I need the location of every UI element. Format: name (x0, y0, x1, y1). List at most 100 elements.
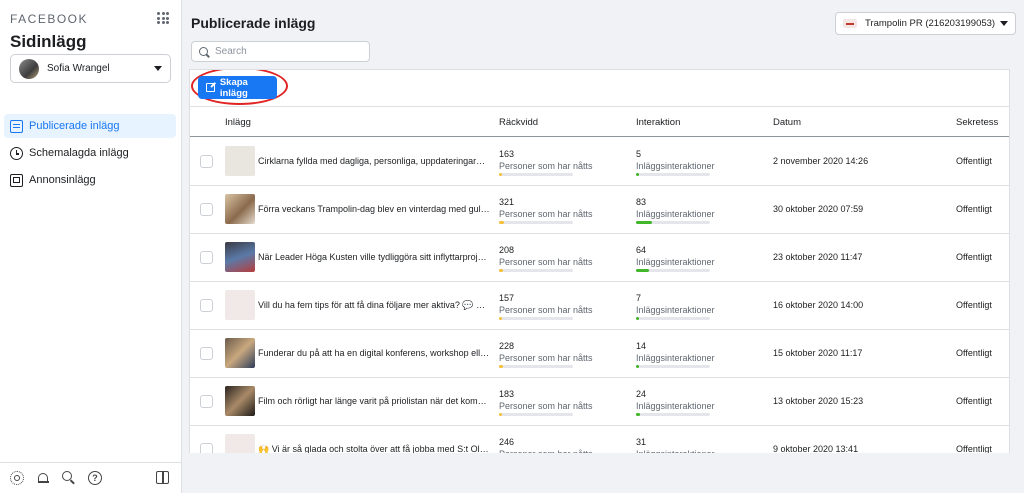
post-date: 16 oktober 2020 14:00 (773, 300, 864, 310)
table-row[interactable]: Förra veckans Trampolin-dag blev en vint… (190, 186, 1009, 234)
search-input[interactable] (215, 46, 355, 57)
row-checkbox[interactable] (200, 299, 213, 312)
column-header-date[interactable]: Datum (773, 117, 801, 128)
reach-cell: 183 Personer som har nåtts (499, 389, 593, 416)
interaction-value: 83 (636, 197, 647, 207)
post-thumbnail[interactable] (225, 290, 255, 320)
interaction-label: Inläggsinteraktioner (636, 305, 715, 315)
reach-cell: 208 Personer som har nåtts (499, 245, 593, 272)
post-thumbnail[interactable] (225, 242, 255, 272)
ad-icon (10, 173, 23, 187)
reach-bar (499, 221, 573, 224)
table-header: Inlägg Räckvidd Interaktion Datum Sekret… (190, 106, 1009, 137)
row-checkbox[interactable] (200, 347, 213, 360)
sidebar-item-ads[interactable]: Annonsinlägg (4, 168, 176, 192)
reach-value: 321 (499, 197, 515, 207)
apps-grid-icon[interactable] (157, 12, 169, 24)
table-row[interactable]: Funderar du på att ha en digital konfere… (190, 330, 1009, 378)
interaction-bar-fill (636, 221, 653, 224)
post-text[interactable]: Film och rörligt har länge varit på prio… (258, 396, 490, 406)
interaction-bar (636, 173, 710, 176)
row-checkbox[interactable] (200, 443, 213, 453)
create-post-button[interactable]: Skapa inlägg (198, 76, 277, 99)
page-title: Publicerade inlägg (191, 15, 316, 31)
sidebar-item-label: Publicerade inlägg (29, 120, 120, 132)
column-header-post[interactable]: Inlägg (225, 117, 251, 128)
interaction-bar-fill (636, 269, 649, 272)
row-checkbox[interactable] (200, 395, 213, 408)
search-field[interactable] (191, 41, 370, 62)
interaction-bar (636, 269, 710, 272)
interaction-label: Inläggsinteraktioner (636, 353, 715, 363)
reach-label: Personer som har nåtts (499, 209, 593, 219)
post-date: 13 oktober 2020 15:23 (773, 396, 864, 406)
sidebar-footer: ? (0, 462, 182, 493)
interaction-cell: 7 Inläggsinteraktioner (636, 293, 726, 320)
table-row[interactable]: Cirklarna fyllda med dagliga, personliga… (190, 138, 1009, 186)
reach-value: 228 (499, 341, 515, 351)
reach-bar-fill (499, 413, 502, 416)
avatar (19, 58, 39, 79)
settings-icon[interactable] (10, 471, 24, 485)
table-row[interactable]: Film och rörligt har länge varit på prio… (190, 378, 1009, 426)
privacy-status: Offentligt (956, 204, 992, 214)
table-row[interactable]: Vill du ha fem tips för att få dina följ… (190, 282, 1009, 330)
edit-icon (206, 83, 215, 92)
reach-bar (499, 413, 573, 416)
interaction-label: Inläggsinteraktioner (636, 161, 715, 171)
post-date: 9 oktober 2020 13:41 (773, 444, 859, 453)
sidebar-item-scheduled[interactable]: Schemalagda inlägg (4, 141, 176, 165)
panel-toggle-icon[interactable] (156, 471, 169, 484)
row-checkbox[interactable] (200, 203, 213, 216)
interaction-bar (636, 365, 710, 368)
account-selector[interactable]: Sofia Wrangel (10, 54, 171, 83)
interaction-value: 7 (636, 293, 642, 303)
privacy-status: Offentligt (956, 156, 992, 166)
reach-value: 183 (499, 389, 515, 399)
reach-cell: 228 Personer som har nåtts (499, 341, 593, 368)
reach-label: Personer som har nåtts (499, 161, 593, 171)
interaction-cell: 83 Inläggsinteraktioner (636, 197, 726, 224)
interaction-label: Inläggsinteraktioner (636, 449, 726, 453)
chevron-down-icon (1000, 21, 1008, 26)
page-selector-label: Trampolin PR (216203199053) (865, 18, 996, 29)
post-text[interactable]: Vill du ha fem tips för att få dina följ… (258, 300, 490, 311)
post-text[interactable]: Cirklarna fyllda med dagliga, personliga… (258, 156, 490, 166)
reach-cell: 321 Personer som har nåtts (499, 197, 593, 224)
row-checkbox[interactable] (200, 155, 213, 168)
post-thumbnail[interactable] (225, 194, 255, 224)
interaction-bar-fill (636, 365, 639, 368)
post-thumbnail[interactable] (225, 146, 255, 176)
interaction-cell: 5 Inläggsinteraktioner (636, 149, 726, 176)
interaction-label: Inläggsinteraktioner (636, 209, 715, 219)
post-thumbnail[interactable] (225, 386, 255, 416)
post-text[interactable]: 🙌 Vi är så glada och stolta över att få … (258, 444, 490, 453)
post-date: 15 oktober 2020 11:17 (773, 348, 863, 358)
sidebar-item-published[interactable]: Publicerade inlägg (4, 114, 176, 138)
bell-icon[interactable] (36, 471, 50, 485)
post-text[interactable]: Förra veckans Trampolin-dag blev en vint… (258, 204, 490, 214)
privacy-status: Offentligt (956, 444, 992, 453)
table-row[interactable]: När Leader Höga Kusten ville tydliggöra … (190, 234, 1009, 282)
reach-bar (499, 173, 573, 176)
search-icon[interactable] (62, 471, 76, 485)
page-selector[interactable]: Trampolin PR (216203199053) (835, 12, 1016, 35)
sidebar-item-label: Schemalagda inlägg (29, 147, 129, 159)
column-header-interaction[interactable]: Interaktion (636, 117, 680, 128)
post-text[interactable]: Funderar du på att ha en digital konfere… (258, 348, 490, 358)
interaction-bar (636, 221, 710, 224)
reach-label: Personer som har nåtts (499, 401, 593, 411)
chevron-down-icon (154, 66, 162, 71)
column-header-privacy[interactable]: Sekretess (956, 117, 998, 128)
search-icon (199, 47, 208, 56)
post-thumbnail[interactable] (225, 434, 255, 453)
post-text[interactable]: När Leader Höga Kusten ville tydliggöra … (258, 252, 490, 262)
interaction-value: 31 (636, 437, 647, 447)
row-checkbox[interactable] (200, 251, 213, 264)
column-header-reach[interactable]: Räckvidd (499, 117, 538, 128)
sidebar-item-label: Annonsinlägg (29, 174, 96, 186)
post-thumbnail[interactable] (225, 338, 255, 368)
table-row[interactable]: 🙌 Vi är så glada och stolta över att få … (190, 426, 1009, 453)
reach-value: 246 (499, 437, 515, 447)
help-icon[interactable]: ? (88, 471, 102, 485)
